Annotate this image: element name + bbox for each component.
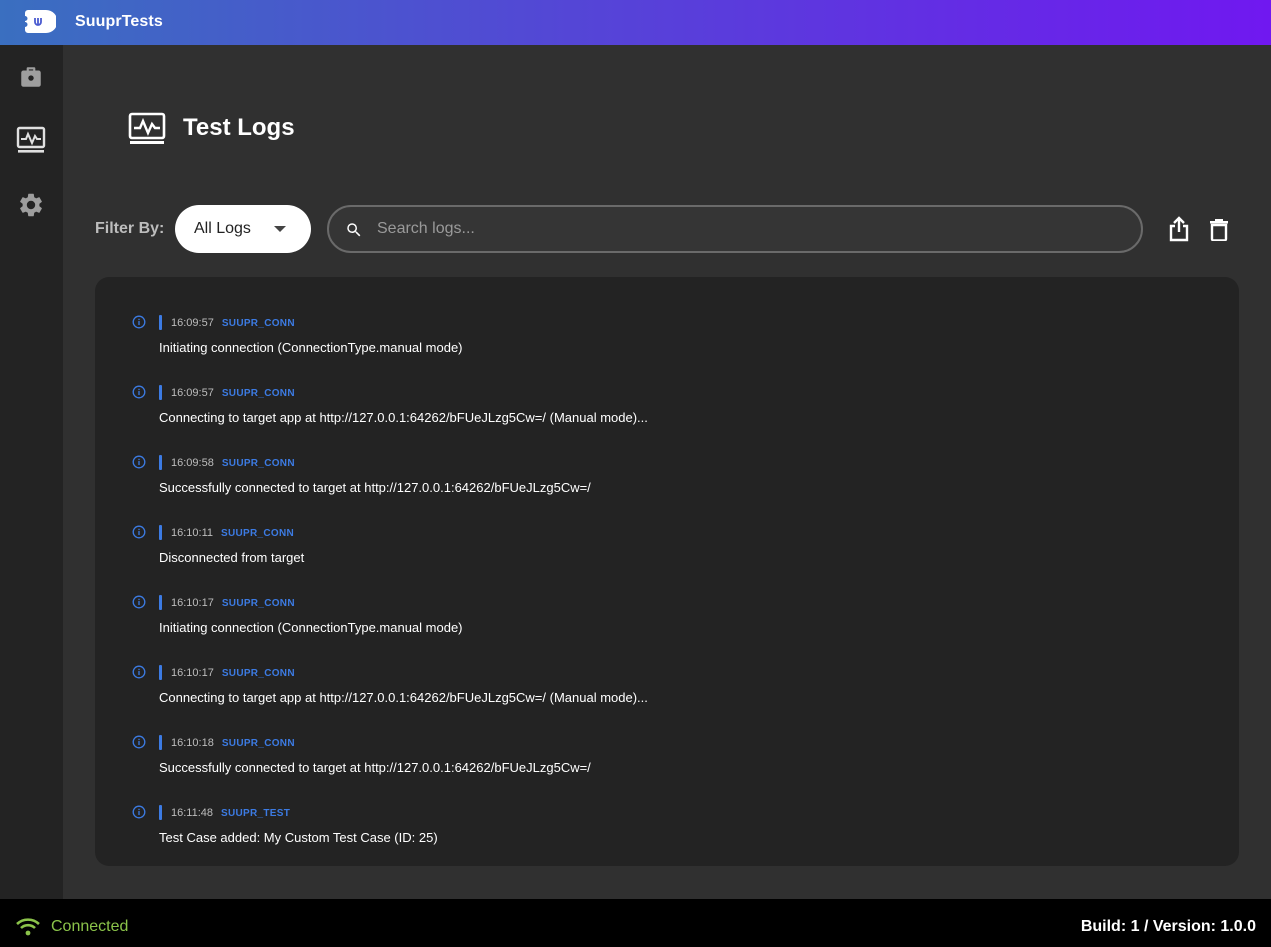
log-timestamp: 16:09:57 (171, 387, 214, 399)
log-meta: 16:10:11 SUUPR_CONN (171, 527, 294, 539)
log-level-bar (159, 735, 162, 750)
clear-logs-button[interactable] (1207, 215, 1231, 243)
log-level-bar (159, 315, 162, 330)
page-title: Test Logs (183, 114, 295, 141)
info-icon (132, 455, 146, 469)
log-timestamp: 16:11:48 (171, 807, 214, 819)
log-entry: 16:10:11 SUUPR_CONN Disconnected from targ… (95, 487, 1239, 565)
log-timestamp: 16:10:18 (171, 737, 214, 749)
log-level-bar (159, 665, 162, 680)
log-entry: 16:10:18 SUUPR_CONN Successfully connected… (95, 697, 1239, 775)
info-icon (132, 735, 146, 749)
log-entry: 16:09:57 SUUPR_CONN Initiating connection … (95, 277, 1239, 355)
log-timestamp: 16:10:11 (171, 527, 214, 539)
info-icon (132, 525, 146, 539)
wifi-icon (16, 918, 40, 936)
log-entry: 16:09:57 SUUPR_CONN Connecting to target a… (95, 347, 1239, 425)
log-timestamp: 16:10:17 (171, 667, 214, 679)
search-input[interactable] (377, 217, 1117, 241)
log-tag: SUUPR_CONN (221, 668, 295, 679)
caret-down-icon (274, 226, 286, 232)
log-meta: 16:10:17 SUUPR_CONN (171, 667, 295, 679)
sidebar-item-settings[interactable] (12, 186, 50, 224)
search-icon (347, 223, 361, 237)
info-icon (132, 805, 146, 819)
log-filter-dropdown[interactable]: All Logs (175, 205, 311, 253)
log-tag: SUUPR_CONN (221, 388, 295, 399)
log-level-bar (159, 595, 162, 610)
sidebar-item-test-logs[interactable] (12, 121, 50, 159)
info-icon (132, 385, 146, 399)
log-tag: SUUPR_TEST (221, 808, 291, 819)
filter-label: Filter By: (95, 220, 165, 237)
log-tag: SUUPR_CONN (221, 738, 295, 749)
log-level-bar (159, 805, 162, 820)
log-meta: 16:10:17 SUUPR_CONN (171, 597, 295, 609)
log-level-bar (159, 385, 162, 400)
log-tag: SUUPR_CONN (221, 528, 295, 539)
log-meta: 16:10:18 SUUPR_CONN (171, 737, 295, 749)
log-message: Test Case added: My Custom Test Case (ID… (159, 830, 438, 845)
log-entry: 16:10:17 SUUPR_CONN Connecting to target a… (95, 627, 1239, 705)
app-logo-icon (25, 10, 56, 33)
log-timestamp: 16:09:57 (171, 317, 214, 329)
log-list: 16:09:57 SUUPR_CONN Initiating connection … (95, 277, 1239, 866)
log-entry: 16:11:48 SUUPR_TEST Test Case added: My Cu… (95, 767, 1239, 845)
sidebar (0, 45, 63, 899)
log-entry: 16:09:58 SUUPR_CONN Successfully connected… (95, 417, 1239, 495)
log-tag: SUUPR_CONN (221, 458, 295, 469)
log-meta: 16:09:57 SUUPR_CONN (171, 387, 295, 399)
log-level-bar (159, 455, 162, 470)
trash-icon (1210, 219, 1228, 241)
log-filter-value: All Logs (194, 220, 251, 237)
info-icon (132, 665, 146, 679)
info-icon (132, 315, 146, 329)
log-meta: 16:11:48 SUUPR_TEST (171, 807, 290, 819)
info-icon (132, 595, 146, 609)
log-tag: SUUPR_CONN (221, 598, 295, 609)
log-meta: 16:09:58 SUUPR_CONN (171, 457, 295, 469)
search-box[interactable] (327, 205, 1143, 253)
log-timestamp: 16:10:17 (171, 597, 214, 609)
sidebar-item-test-cases[interactable] (12, 58, 50, 96)
briefcase-icon (21, 67, 41, 87)
log-meta: 16:09:57 SUUPR_CONN (171, 317, 295, 329)
share-icon (1169, 216, 1189, 242)
export-logs-button[interactable] (1167, 215, 1191, 243)
log-level-bar (159, 525, 162, 540)
app-title: SuuprTests (75, 13, 163, 30)
log-tag: SUUPR_CONN (221, 318, 295, 329)
log-timestamp: 16:09:58 (171, 457, 214, 469)
connection-status: Connected (51, 918, 129, 935)
version-label: Build: 1 / Version: 1.0.0 (1080, 918, 1256, 935)
log-entry: 16:10:17 SUUPR_CONN Initiating connection … (95, 557, 1239, 635)
app-header: SuuprTests (0, 0, 1271, 45)
gear-icon (20, 193, 42, 217)
page-title-icon (128, 112, 166, 144)
monitor-heart-icon (16, 126, 46, 153)
